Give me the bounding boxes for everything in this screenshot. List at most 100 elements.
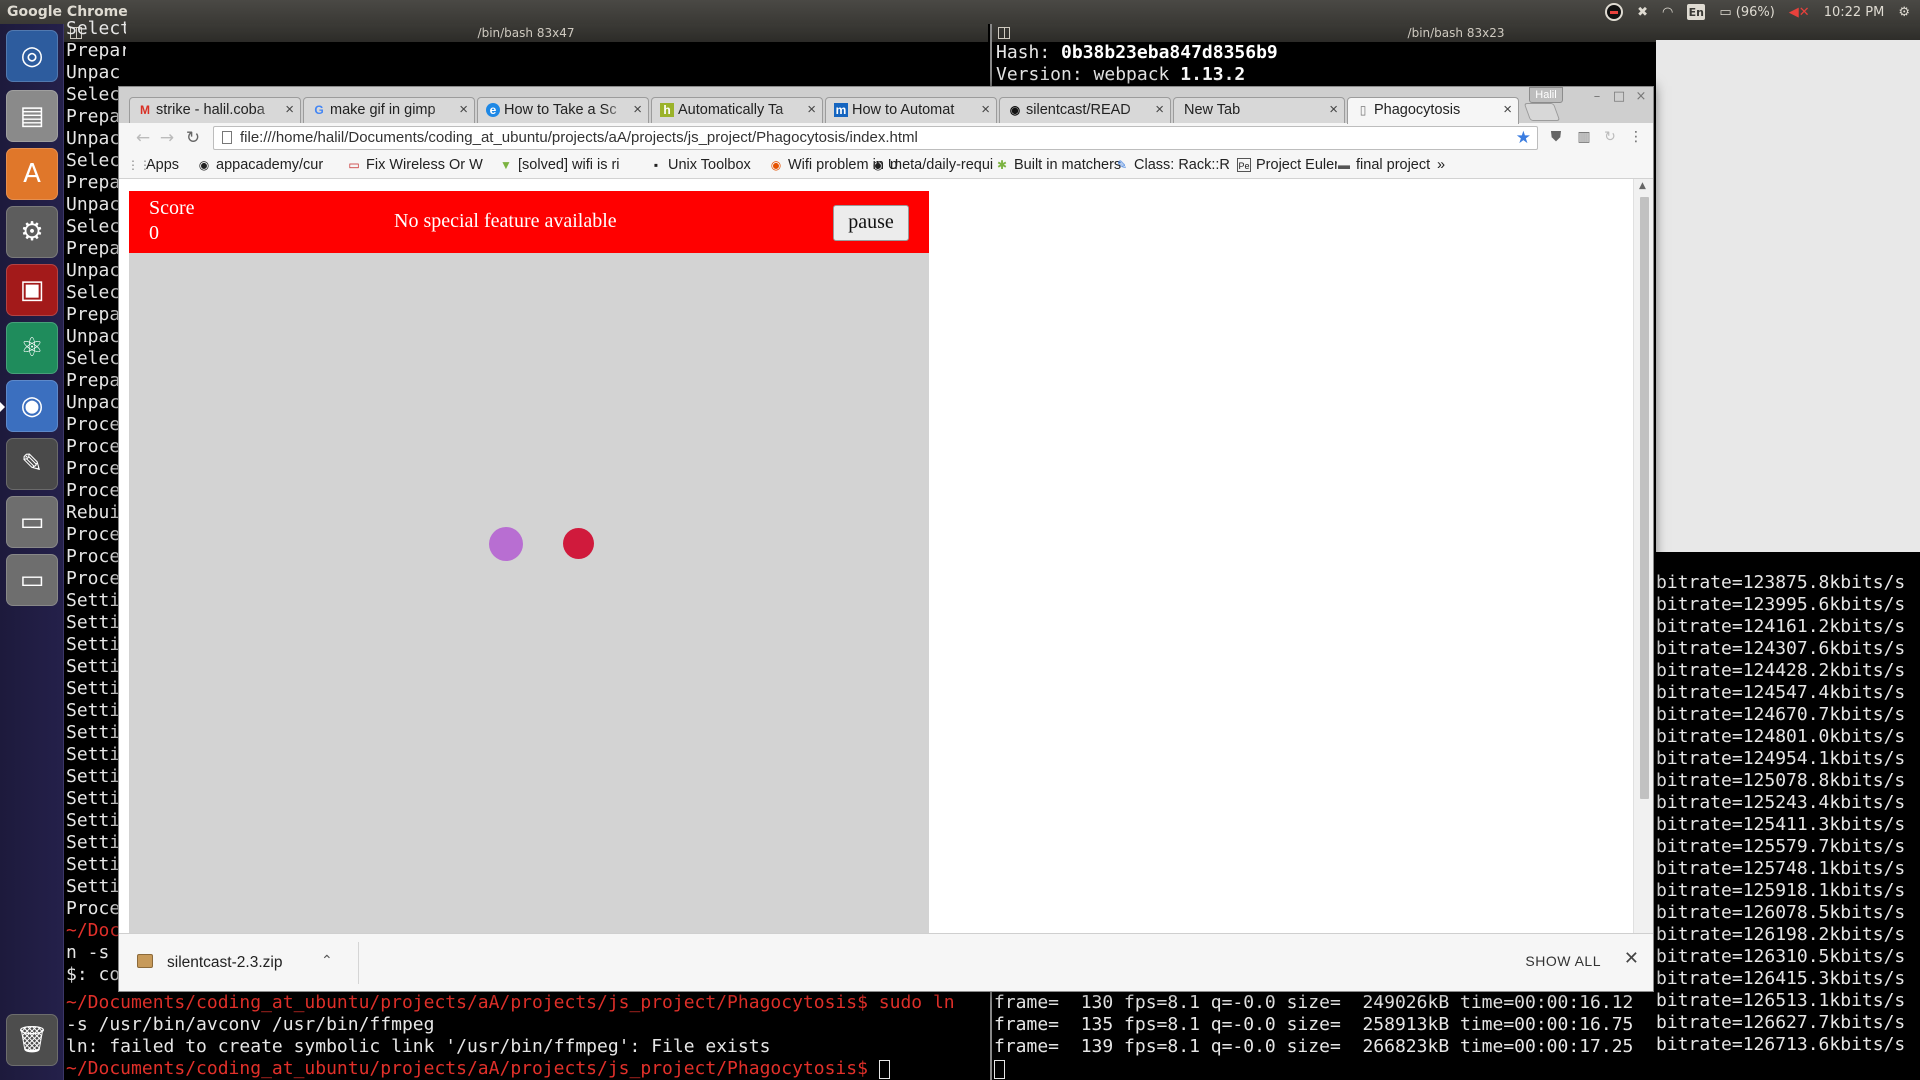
menu-kebab-icon[interactable]: ⋮ [1627,129,1645,147]
forward-arrow-icon[interactable]: → [157,128,177,148]
screenshot-app-icon[interactable]: ▣ [6,264,58,316]
reload-icon[interactable]: ↻ [183,128,203,148]
hash-label: Hash: [996,42,1051,63]
term-line: Setti [66,744,121,765]
profile-badge[interactable]: Halil [1529,87,1563,103]
term-line: Prepa [66,106,121,127]
term-line: Selecting previously unselected package … [66,18,126,39]
extension-icon-2[interactable]: ▥ [1575,129,1593,147]
download-file-name: silentcast-2.3.zip [167,954,283,971]
bookmark-star-icon[interactable]: ★ [1516,127,1531,149]
tab-how-to-take[interactable]: e How to Take a Sc × [477,97,649,123]
drive-icon-2[interactable]: ▭ [6,554,58,606]
term-line: Proce [66,414,121,435]
tab-close-icon[interactable]: × [807,101,816,118]
system-settings-icon[interactable]: ⚙ [6,206,58,258]
extension-icon-3[interactable]: ↻ [1601,129,1619,147]
bookmark-apps[interactable]: ⋮⋮ Apps [127,157,187,173]
tab-close-icon[interactable]: × [285,101,294,118]
address-bar[interactable]: file:///home/halil/Documents/coding_at_u… [213,126,1538,150]
files-icon[interactable]: ▤ [6,90,58,142]
tab-close-icon[interactable]: × [981,101,990,118]
tab-close-icon[interactable]: × [459,101,468,118]
scroll-up-icon[interactable]: ▲ [1639,181,1646,191]
game-board[interactable]: Score 0 No special feature available pau… [129,191,929,963]
bitrate-line: bitrate=123875.8kbits/s [1656,572,1906,593]
tab-how-to-automate[interactable]: m How to Automat × [825,97,997,123]
recording-indicator-icon[interactable] [1605,3,1624,21]
maximize-icon[interactable]: □ [1609,89,1629,105]
term-line: Setti [66,700,121,721]
clock[interactable]: 10:22 PM [1824,5,1885,20]
bookmark-label: Unix Toolbox [668,157,751,173]
tab-close-icon[interactable]: × [1155,101,1164,118]
term-line: Setti [66,656,121,677]
terminal-cursor [878,1059,890,1079]
bookmark-item[interactable]: ▭ Fix Wireless Or W [347,157,487,173]
chrome-icon[interactable]: ◉ [0,380,58,432]
bookmark-item[interactable]: ▪ Unix Toolbox [649,157,769,173]
battery-indicator[interactable]: ▭ (96%) [1719,5,1774,20]
bookmark-label: Fix Wireless Or W [366,157,483,173]
tab-automatically[interactable]: h Automatically Ta × [651,97,823,123]
pause-button[interactable]: pause [833,205,909,241]
vertical-scrollbar[interactable]: ▲ ▼ [1633,179,1653,963]
bitrate-line: bitrate=126078.5kbits/s [1656,902,1906,923]
bookmark-item[interactable]: Pe Project Euler [1237,157,1337,173]
bookmark-label: [solved] wifi is ri [518,157,620,173]
dropbox-icon[interactable]: ✖ [1637,5,1648,20]
tab-close-icon[interactable]: × [1329,101,1338,118]
chevron-up-icon[interactable]: ⌃ [321,952,333,969]
bitrate-line: bitrate=126198.2kbits/s [1656,924,1906,945]
trash-icon[interactable]: 🗑 [6,1014,58,1066]
tab-close-icon[interactable]: × [633,101,642,118]
tab-strip: M strike - halil.coba × G make gif in gi… [119,87,1653,124]
ubuntu-dash-icon[interactable]: ◎ [6,30,58,82]
tab-make-gif[interactable]: G make gif in gimp × [303,97,475,123]
tab-silentcast[interactable]: ◉ silentcast/READ × [999,97,1171,123]
tab-gmail[interactable]: M strike - halil.coba × [129,97,301,123]
battery-level: (96%) [1735,4,1775,20]
term-line: Prepa [66,172,121,193]
mouse-pointer-icon [1443,747,1458,768]
right-terminal-title: /bin/bash 83x23 [1407,26,1505,40]
score-label: Score [149,197,195,219]
tab-label: make gif in gimp [330,102,436,118]
extension-icon[interactable]: ⛊ [1547,129,1565,147]
new-tab-button[interactable] [1523,103,1561,121]
close-icon[interactable]: ✕ [1624,948,1639,969]
tab-close-icon[interactable]: × [1503,101,1512,118]
bookmark-item[interactable]: ✱ Built in matchers [995,157,1125,173]
software-center-icon[interactable]: A [6,148,58,200]
minimize-icon[interactable]: – [1587,89,1607,105]
chrome-window: M strike - halil.coba × G make gif in gi… [118,86,1654,992]
scrollbar-thumb[interactable] [1640,197,1649,799]
close-window-icon[interactable]: × [1631,89,1651,105]
term-line: Rebui [66,502,121,523]
wifi-icon[interactable]: ◠ [1662,5,1673,20]
bookmarks-overflow-icon[interactable]: » [1437,157,1445,173]
bookmark-item[interactable]: ✎ Class: Rack::Resp [1115,157,1229,173]
term-line: Unpac [66,392,121,413]
bookmark-item[interactable]: ▬ final project [1337,157,1433,173]
gear-icon[interactable]: ⚙ [1898,5,1910,20]
tab-phagocytosis[interactable]: ▯ Phagocytosis × [1347,97,1519,124]
gimp-icon[interactable]: ✎ [6,438,58,490]
atom-editor-icon[interactable]: ⚛ [6,322,58,374]
bitrate-line: bitrate=126627.7kbits/s [1656,1012,1906,1033]
tab-new-tab[interactable]: New Tab × [1173,97,1345,123]
bookmark-item[interactable]: ▼ [solved] wifi is ri [499,157,637,173]
term-line: Proce [66,898,121,919]
term-line: Unpac [66,194,121,215]
term-line: Prepa [66,238,121,259]
volume-muted-icon[interactable]: ◀✕ [1789,5,1810,20]
keyboard-layout-indicator[interactable]: En [1687,4,1706,20]
download-item[interactable]: silentcast-2.3.zip ⌃ [127,942,359,984]
page-info-icon[interactable] [222,131,232,144]
drive-icon[interactable]: ▭ [6,496,58,548]
folder-icon: ▬ [1338,158,1350,172]
bookmark-item[interactable]: ◉ appacademy/cur [197,157,333,173]
back-arrow-icon[interactable]: ← [133,128,153,148]
show-all-downloads-link[interactable]: SHOW ALL [1525,953,1601,969]
left-terminal-bottom: ~/Documents/coding_at_ubuntu/projects/aA… [66,992,986,1080]
